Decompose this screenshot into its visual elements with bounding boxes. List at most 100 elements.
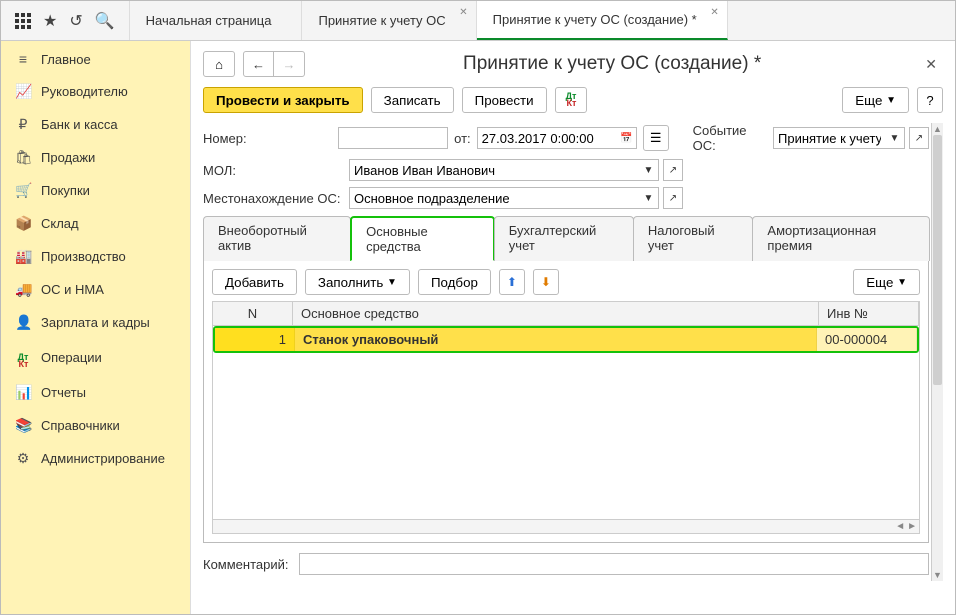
submit-button[interactable]: Провести <box>462 87 547 113</box>
col-inv-header[interactable]: Инв № <box>819 302 919 325</box>
grid-hscroll[interactable]: ◄ ► <box>213 519 919 533</box>
chart-icon: 📈 <box>15 83 31 100</box>
open-external-icon[interactable]: ↗ <box>663 159 683 181</box>
open-external-icon[interactable]: ↗ <box>663 187 683 209</box>
table-row[interactable]: 1 Станок упаковочный 00-000004 <box>213 326 919 353</box>
scroll-up-icon[interactable]: ▲ <box>932 123 943 135</box>
sidebar-item-label: Администрирование <box>41 451 165 466</box>
assets-grid: N Основное средство Инв № 1 Станок упако… <box>212 301 920 534</box>
date-input[interactable] <box>477 127 617 149</box>
tab-label: Начальная страница <box>146 13 272 28</box>
close-page-button[interactable]: ✕ <box>919 56 943 73</box>
sidebar-item-hr[interactable]: 👤Зарплата и кадры <box>1 306 190 339</box>
save-button[interactable]: Записать <box>371 87 454 113</box>
pick-button[interactable]: Подбор <box>418 269 491 295</box>
add-button[interactable]: Добавить <box>212 269 297 295</box>
chevron-down-icon[interactable]: ▼ <box>639 187 659 209</box>
open-external-icon[interactable]: ↗ <box>909 127 929 149</box>
help-button[interactable]: ? <box>917 87 943 113</box>
location-label: Местонахождение ОС: <box>203 191 343 206</box>
fill-button[interactable]: Заполнить ▼ <box>305 269 410 295</box>
sidebar-item-warehouse[interactable]: 📦Склад <box>1 207 190 240</box>
col-name-header[interactable]: Основное средство <box>293 302 819 325</box>
tab-tax[interactable]: Налоговый учет <box>633 216 754 261</box>
scroll-thumb[interactable] <box>933 135 942 385</box>
cell-inv: 00-000004 <box>817 328 917 351</box>
number-label: Номер: <box>203 131 332 146</box>
tab-fixed-assets[interactable]: Основные средства <box>350 216 495 261</box>
comment-label: Комментарий: <box>203 557 293 572</box>
date-picker-button[interactable]: ☰ <box>643 125 669 151</box>
col-n-header[interactable]: N <box>213 302 293 325</box>
sidebar-item-production[interactable]: 🏭Производство <box>1 240 190 273</box>
history-icon[interactable]: ↺ <box>69 11 82 31</box>
nav-forward-button[interactable]: → <box>274 52 304 76</box>
fill-label: Заполнить <box>318 275 383 290</box>
content-scrollbar[interactable]: ▲ ▼ <box>931 123 943 581</box>
chevron-down-icon[interactable]: ▼ <box>885 127 905 149</box>
dtkt-icon: ДтКт <box>15 347 31 368</box>
more-button[interactable]: Еще ▼ <box>842 87 909 113</box>
sidebar: ≡Главное 📈Руководителю ₽Банк и касса 🛍 Пр… <box>1 41 191 614</box>
submit-close-button[interactable]: Провести и закрыть <box>203 87 363 113</box>
calendar-icon[interactable]: 📅 <box>617 127 637 149</box>
sidebar-item-refs[interactable]: 📚 Справочники <box>1 409 190 442</box>
sidebar-item-purchases[interactable]: 🛒Покупки <box>1 174 190 207</box>
sidebar-item-label: Операции <box>41 350 102 365</box>
chevron-down-icon: ▼ <box>387 277 397 288</box>
nav-back-button[interactable]: ← <box>244 52 274 76</box>
apps-icon[interactable] <box>15 13 31 29</box>
tab-noncurrent-asset[interactable]: Внеоборотный актив <box>203 216 351 261</box>
close-icon[interactable]: ✕ <box>459 7 467 18</box>
tab-bonus[interactable]: Амортизационная премия <box>752 216 930 261</box>
tab-os-list[interactable]: Принятие к учету ОС ✕ <box>302 1 476 40</box>
mol-input[interactable] <box>349 159 639 181</box>
scroll-down-icon[interactable]: ▼ <box>932 569 943 581</box>
cell-n: 1 <box>215 328 295 351</box>
move-down-button[interactable]: ⬇ <box>533 269 559 295</box>
sidebar-item-admin[interactable]: ⚙ Администрирование <box>1 442 190 475</box>
tab-accounting[interactable]: Бухгалтерский учет <box>494 216 634 261</box>
tab-home[interactable]: Начальная страница <box>130 1 303 40</box>
more-label: Еще <box>866 275 893 290</box>
cart-icon: 🛒 <box>15 182 31 199</box>
tab-os-create[interactable]: Принятие к учету ОС (создание) * ✕ <box>477 1 728 40</box>
inner-tabs: Внеоборотный актив Основные средства Бух… <box>203 215 929 261</box>
sidebar-item-label: Справочники <box>41 418 120 433</box>
tab-label: Принятие к учету ОС (создание) * <box>493 12 697 27</box>
search-icon[interactable]: 🔍 <box>95 11 115 31</box>
sidebar-item-main[interactable]: ≡Главное <box>1 43 190 75</box>
sidebar-item-reports[interactable]: 📊Отчеты <box>1 376 190 409</box>
move-up-button[interactable]: ⬆ <box>499 269 525 295</box>
date-field: 📅 <box>477 127 637 149</box>
sidebar-item-sales[interactable]: 🛍 Продажи <box>1 141 190 174</box>
sidebar-item-os[interactable]: 🚚ОС и НМА <box>1 273 190 306</box>
sidebar-item-operations[interactable]: ДтКт Операции <box>1 339 190 376</box>
location-input[interactable] <box>349 187 639 209</box>
home-button[interactable]: ⌂ <box>203 51 235 77</box>
grid-header: N Основное средство Инв № <box>213 302 919 326</box>
mol-field: ▼ ↗ <box>349 159 683 181</box>
sidebar-item-manager[interactable]: 📈Руководителю <box>1 75 190 108</box>
favorites-icon[interactable]: ★ <box>43 11 57 31</box>
postings-button[interactable]: ДтКт <box>555 87 588 113</box>
date-from-label: от: <box>454 131 471 146</box>
arrow-up-icon: ⬆ <box>507 275 517 289</box>
close-icon[interactable]: ✕ <box>710 7 718 18</box>
sidebar-item-bank[interactable]: ₽Банк и касса <box>1 108 190 141</box>
chevron-down-icon[interactable]: ▼ <box>639 159 659 181</box>
more-label: Еще <box>855 93 882 108</box>
bag-icon: 🛍 <box>15 149 31 166</box>
gear-icon: ⚙ <box>15 450 31 467</box>
event-input[interactable] <box>773 127 885 149</box>
number-input[interactable] <box>338 127 448 149</box>
chevron-down-icon: ▼ <box>897 277 907 288</box>
book-icon: 📚 <box>15 417 31 434</box>
chevron-down-icon: ▼ <box>886 95 896 106</box>
scroll-right-icon[interactable]: ► <box>907 521 917 532</box>
scroll-left-icon[interactable]: ◄ <box>895 521 905 532</box>
panel-more-button[interactable]: Еще ▼ <box>853 269 920 295</box>
sidebar-item-label: Продажи <box>41 150 95 165</box>
comment-input[interactable] <box>299 553 929 575</box>
arrow-down-icon: ⬇ <box>541 275 551 289</box>
